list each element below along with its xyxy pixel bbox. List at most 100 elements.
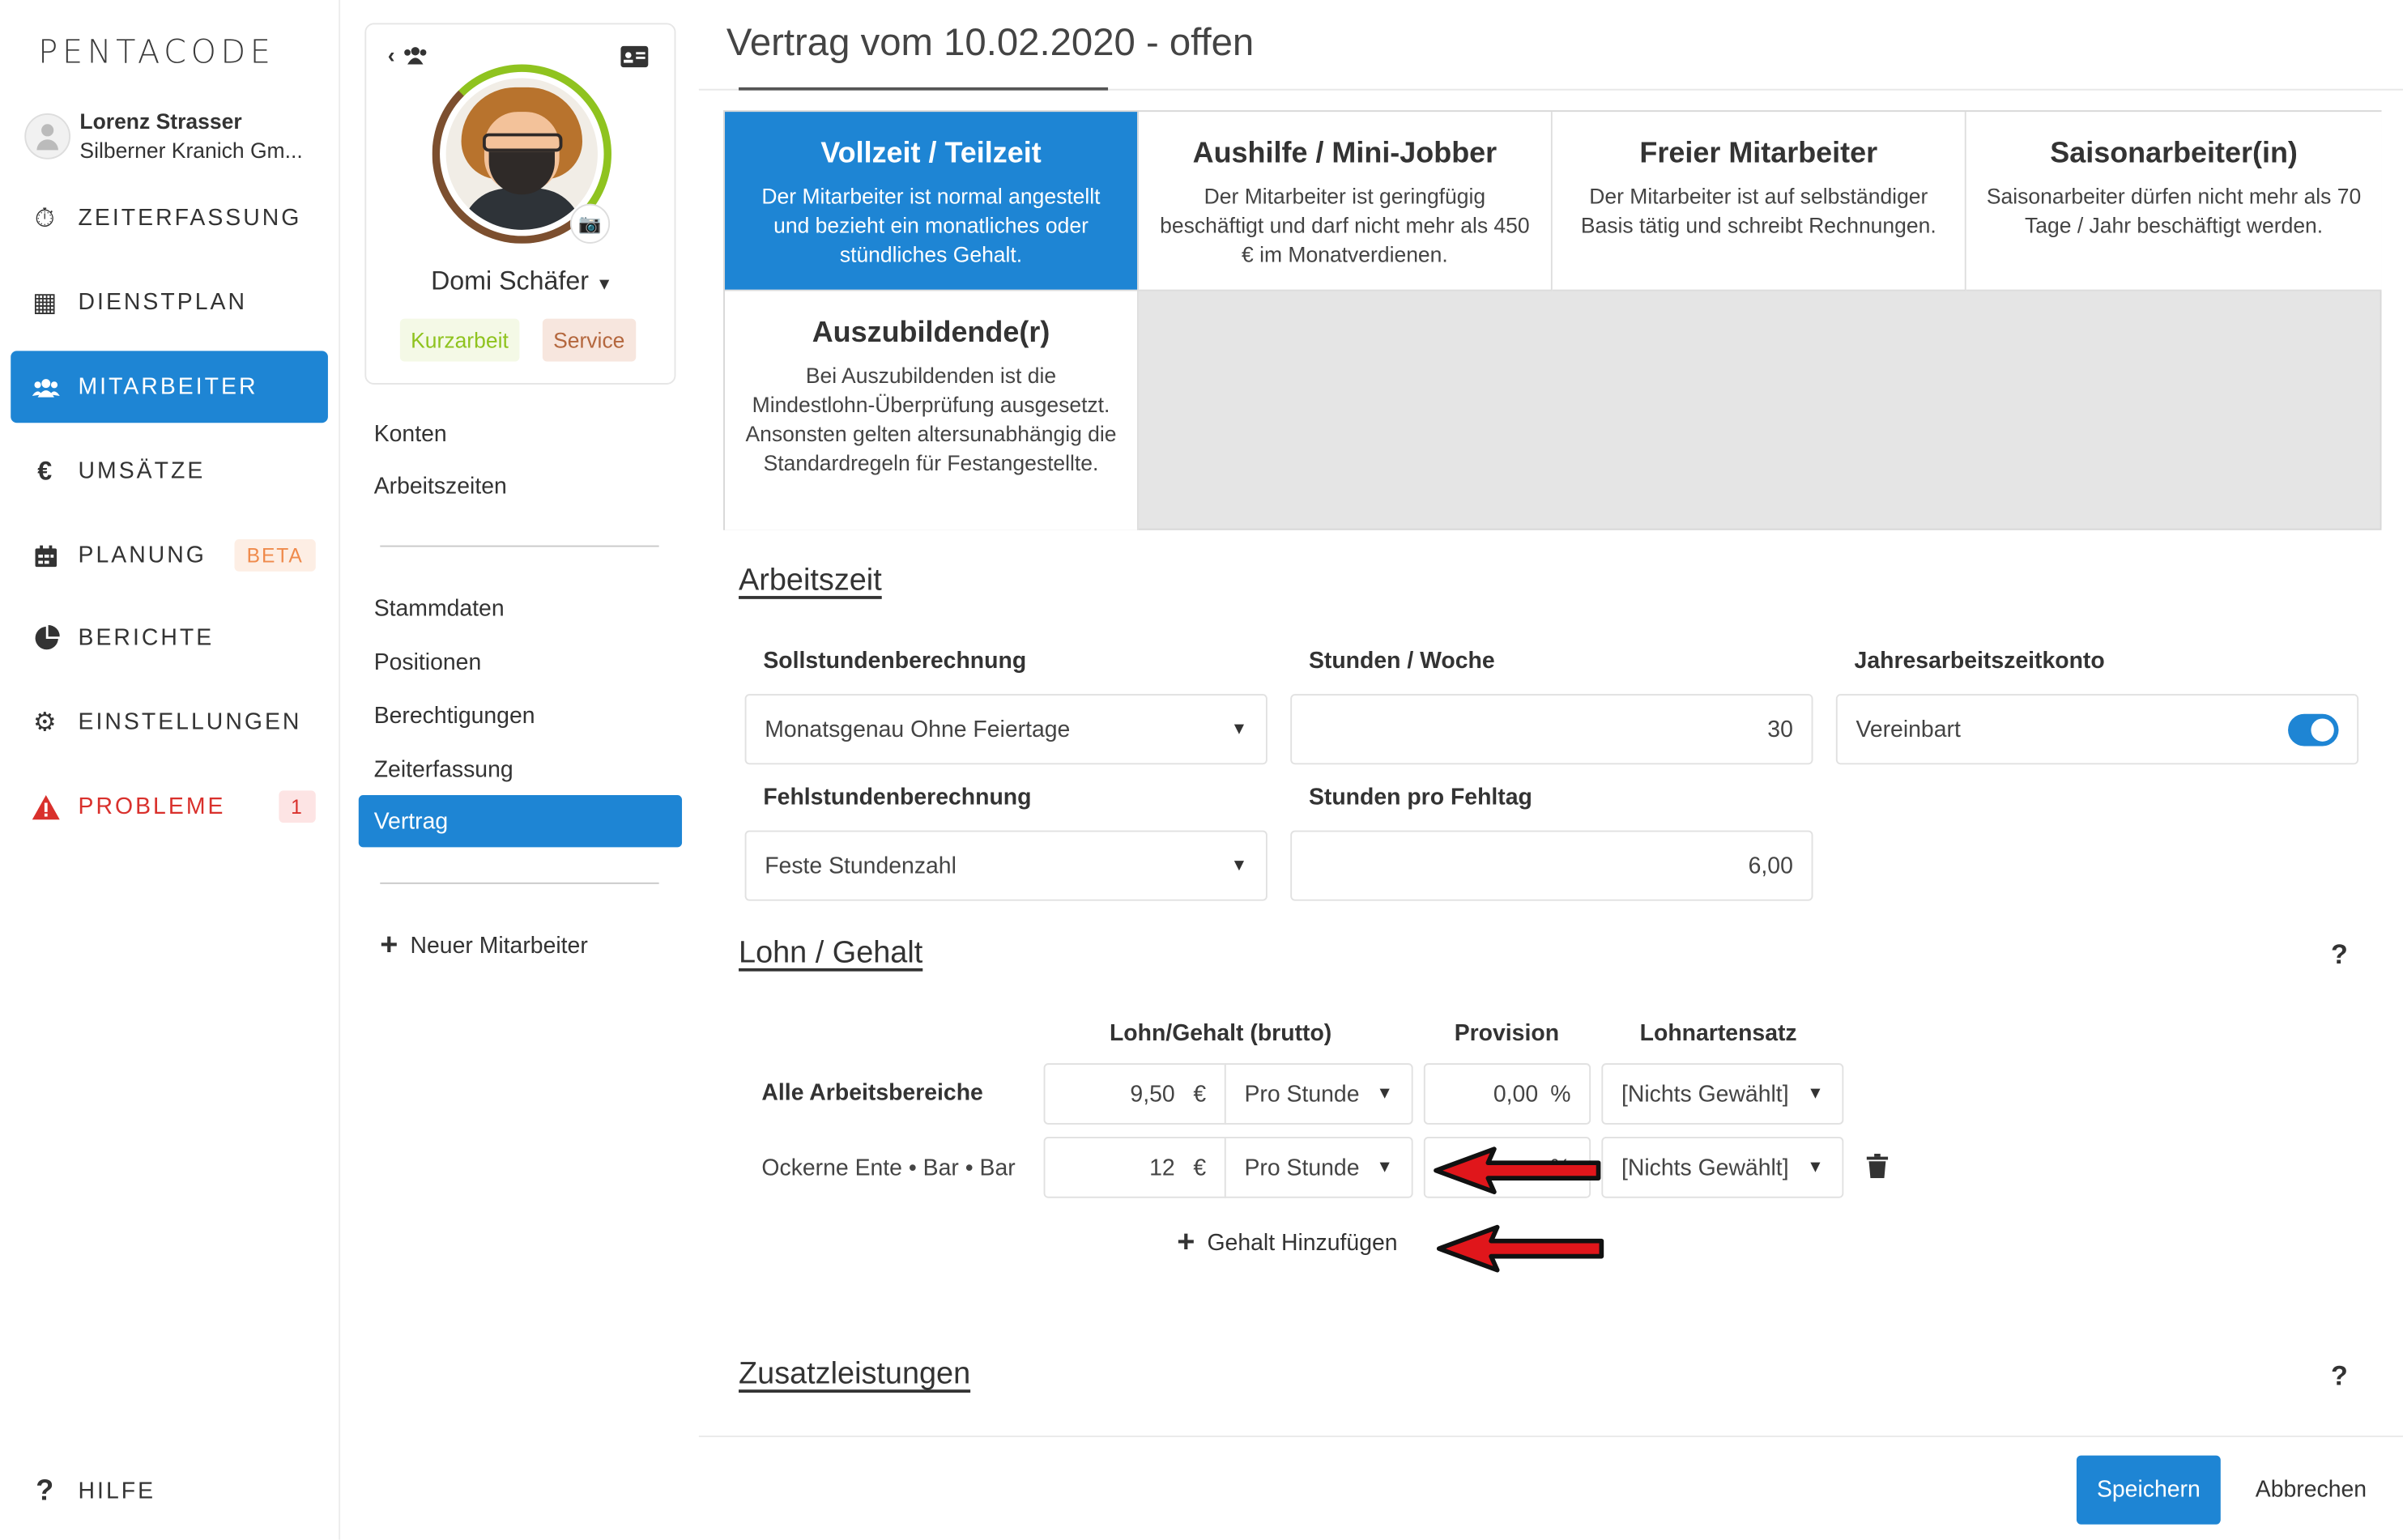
- nav-label: MITARBEITER: [78, 373, 258, 400]
- lohn-help-icon[interactable]: ?: [2331, 939, 2348, 972]
- select-value: Pro Stunde: [1244, 1154, 1360, 1181]
- subnav-arbeitszeiten[interactable]: Arbeitszeiten: [359, 460, 682, 512]
- nav-item-probleme[interactable]: PROBLEME 1: [11, 771, 328, 843]
- subnav-zeiterfassung[interactable]: Zeiterfassung: [359, 743, 682, 795]
- contract-type-saisonarbeiter[interactable]: Saisonarbeiter(in) Saisonarbeiter dürfen…: [1966, 112, 2382, 291]
- nav-item-zeiterfassung[interactable]: ⏱ ZEITERFASSUNG: [11, 182, 328, 254]
- tag-kurzarbeit: Kurzarbeit: [399, 318, 520, 362]
- contract-type-title: Vollzeit / Teilzeit: [820, 138, 1042, 171]
- subnav-berechtigungen[interactable]: Berechtigungen: [359, 689, 682, 741]
- amount-value: 12: [1149, 1154, 1175, 1181]
- calendar-icon: [32, 542, 60, 569]
- contract-type-auszubildende[interactable]: Auszubildende(r) Bei Auszubildenden ist …: [725, 291, 1139, 530]
- fehlstunden-select[interactable]: Feste Stundenzahl ▼: [744, 830, 1268, 901]
- lohnartensatz-select[interactable]: [Nichts Gewählt] ▼: [1601, 1063, 1844, 1125]
- nav-item-umsaetze[interactable]: € UMSÄTZE: [11, 435, 328, 507]
- tag-service: Service: [542, 318, 636, 362]
- nav-label: UMSÄTZE: [78, 457, 206, 484]
- nav-item-einstellungen[interactable]: ⚙ EINSTELLUNGEN: [11, 687, 328, 759]
- new-employee-link[interactable]: + Neuer Mitarbeiter: [359, 919, 682, 971]
- table-icon: ▦: [32, 287, 60, 317]
- nav-item-dienstplan[interactable]: ▦ DIENSTPLAN: [11, 266, 328, 338]
- save-button[interactable]: Speichern: [2076, 1455, 2221, 1525]
- contract-type-freier-mitarbeiter[interactable]: Freier Mitarbeiter Der Mitarbeiter ist a…: [1552, 112, 1966, 291]
- nav-item-planung[interactable]: PLANUNG BETA: [11, 519, 328, 591]
- select-value: Pro Stunde: [1244, 1080, 1360, 1108]
- caret-down-icon: ▼: [1376, 1158, 1394, 1177]
- unit-select[interactable]: Pro Stunde ▼: [1224, 1063, 1413, 1125]
- provision-input[interactable]: 0,00%: [1423, 1063, 1591, 1125]
- contract-type-title: Saisonarbeiter(in): [2050, 138, 2298, 171]
- fehlstunden-label: Fehlstundenberechnung: [763, 784, 1032, 810]
- currency-symbol: €: [1193, 1080, 1207, 1108]
- provision-value: 0,00: [1493, 1080, 1539, 1108]
- stunden-fehltag-input[interactable]: 6,00: [1290, 830, 1813, 901]
- col-provision-header: Provision: [1454, 1020, 1560, 1047]
- caret-down-icon: ▼: [1807, 1084, 1824, 1104]
- subnav-divider: [380, 882, 659, 884]
- camera-icon[interactable]: 📷: [569, 203, 611, 244]
- amount-input[interactable]: 12 €: [1043, 1137, 1226, 1198]
- nav-item-mitarbeiter[interactable]: MITARBEITER: [11, 351, 328, 423]
- nav-item-hilfe[interactable]: ? HILFE: [11, 1456, 328, 1528]
- contract-type-title: Aushilfe / Mini-Jobber: [1192, 138, 1498, 171]
- employee-name-dropdown[interactable]: Domi Schäfer ▼: [366, 266, 677, 297]
- plus-icon: +: [380, 927, 398, 962]
- main-sidebar: PENTACODE Lorenz Strasser Silberner Kran…: [0, 0, 341, 1540]
- plus-icon: +: [1177, 1225, 1195, 1260]
- add-salary-button[interactable]: + Gehalt Hinzufügen: [1177, 1226, 1397, 1261]
- annotation-arrow-icon: [1436, 1224, 1604, 1281]
- caret-down-icon: ▼: [1230, 856, 1248, 875]
- caret-down-icon: ▼: [1230, 720, 1248, 739]
- contract-type-text: Der Mitarbeiter ist auf selbständiger Ba…: [1580, 184, 1936, 238]
- user-name[interactable]: Lorenz Strasser: [79, 108, 241, 133]
- contract-type-text: Bei Auszubildenden ist die Mindestlohn-Ü…: [745, 363, 1117, 475]
- contract-type-text: Der Mitarbeiter ist normal angestellt un…: [761, 184, 1101, 267]
- nav-label: BERICHTE: [78, 625, 215, 652]
- subnav-stammdaten[interactable]: Stammdaten: [359, 582, 682, 634]
- currency-symbol: €: [1193, 1154, 1207, 1181]
- user-avatar[interactable]: [24, 113, 71, 160]
- employee-avatar[interactable]: [445, 78, 598, 230]
- select-value: Monatsgenau Ohne Feiertage: [765, 716, 1071, 742]
- contract-type-vollzeit[interactable]: Vollzeit / Teilzeit Der Mitarbeiter ist …: [725, 112, 1139, 291]
- warning-icon: [32, 793, 60, 820]
- row-area-label: Ockerne Ente • Bar • Bar: [761, 1155, 1016, 1181]
- sollstunden-label: Sollstundenberechnung: [763, 648, 1027, 674]
- nav-label: PLANUNG: [78, 542, 207, 569]
- percent-symbol: %: [1550, 1080, 1571, 1108]
- cancel-button[interactable]: Abbrechen: [2247, 1456, 2375, 1525]
- id-card-icon[interactable]: [620, 45, 649, 75]
- unit-select[interactable]: Pro Stunde ▼: [1224, 1137, 1413, 1198]
- select-value: [Nichts Gewählt]: [1621, 1080, 1789, 1108]
- contract-type-text: Saisonarbeiter dürfen nicht mehr als 70 …: [1986, 184, 2362, 238]
- contract-type-title: Auszubildende(r): [812, 317, 1050, 350]
- subnav-divider: [380, 545, 659, 547]
- section-zusatzleistungen: Zusatzleistungen: [739, 1357, 971, 1392]
- trash-icon[interactable]: [1866, 1153, 1889, 1186]
- stunden-woche-input[interactable]: 30: [1290, 694, 1813, 765]
- sollstunden-select[interactable]: Monatsgenau Ohne Feiertage ▼: [744, 694, 1268, 765]
- jahresarbeitszeit-toggle[interactable]: [2288, 713, 2339, 746]
- nav-item-berichte[interactable]: BERICHTE: [11, 602, 328, 674]
- contract-type-aushilfe[interactable]: Aushilfe / Mini-Jobber Der Mitarbeiter i…: [1138, 112, 1553, 291]
- lohnartensatz-select[interactable]: [Nichts Gewählt] ▼: [1601, 1137, 1844, 1198]
- brand-logo: PENTACODE: [38, 33, 275, 71]
- subnav-positionen[interactable]: Positionen: [359, 636, 682, 687]
- employee-card: ‹ 📷 Domi Schäfer ▼ Kurzarbeit Service: [364, 23, 677, 385]
- subnav-konten[interactable]: Konten: [359, 407, 682, 459]
- annotation-arrow-icon: [1433, 1146, 1601, 1202]
- nav-label: ZEITERFASSUNG: [78, 205, 302, 232]
- back-to-list-icon[interactable]: ‹: [388, 43, 428, 67]
- row-area-label: Alle Arbeitsbereiche: [761, 1080, 983, 1107]
- caret-down-icon: ▼: [1376, 1084, 1394, 1104]
- amount-input[interactable]: 9,50 €: [1043, 1063, 1226, 1125]
- amount-value: 9,50: [1130, 1080, 1175, 1108]
- section-arbeitszeit: Arbeitszeit: [739, 564, 882, 598]
- footer-divider: [698, 1435, 2403, 1437]
- question-icon: ?: [36, 1474, 57, 1507]
- users-icon: [32, 373, 60, 401]
- subnav-vertrag[interactable]: Vertrag: [358, 795, 683, 848]
- zusatz-help-icon[interactable]: ?: [2331, 1360, 2348, 1393]
- select-value: [Nichts Gewählt]: [1621, 1154, 1789, 1181]
